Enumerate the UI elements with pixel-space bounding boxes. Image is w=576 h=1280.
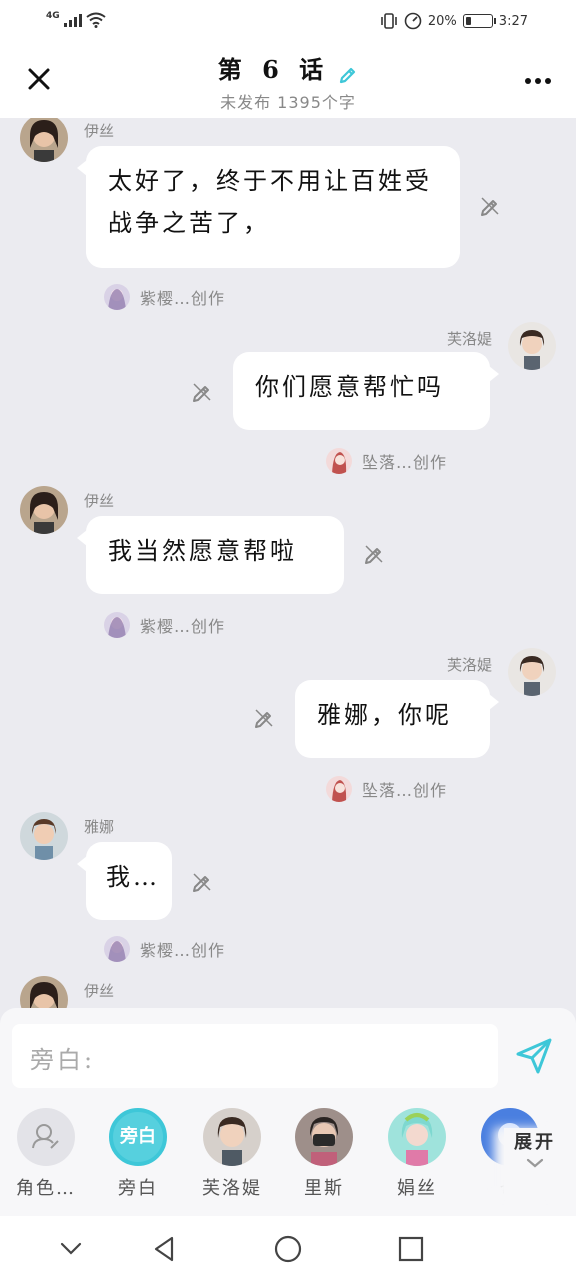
chevron-down-icon	[526, 1158, 544, 1168]
edit-pencil-icon[interactable]	[190, 870, 214, 894]
clock: 3:27	[498, 13, 528, 29]
creator-credit: 坠落…创作	[326, 448, 447, 474]
speaker-name: 伊丝	[84, 982, 115, 1000]
creator-avatar	[104, 284, 130, 310]
character-picker: 角色… 旁白 旁白 芙洛媞 里斯 娟丝 也 展开	[0, 1104, 576, 1216]
character-narrator[interactable]: 旁白 旁白	[98, 1108, 178, 1200]
edit-pencil-icon[interactable]	[190, 380, 214, 404]
edit-title-icon[interactable]	[338, 64, 358, 84]
message-bubble[interactable]: 雅娜，你呢	[295, 680, 499, 758]
status-bar: 4G 20% 3:27	[0, 0, 576, 42]
edit-pencil-icon[interactable]	[362, 542, 386, 566]
vibrate-icon	[381, 13, 397, 29]
speaker-name: 芙洛媞	[446, 656, 492, 674]
speaker-name: 雅娜	[84, 818, 115, 836]
credit-text: 坠落…创作	[362, 781, 448, 800]
creator-credit: 紫樱…创作	[104, 612, 225, 638]
message-bubble[interactable]: 我…	[77, 842, 172, 920]
chapter-title[interactable]: 第 6 话	[218, 50, 329, 85]
avatar[interactable]	[20, 118, 68, 162]
speaker-name: 伊丝	[84, 122, 115, 140]
character-item[interactable]: 芙洛媞	[192, 1108, 272, 1200]
signal-icon	[63, 13, 82, 27]
creator-credit: 紫樱…创作	[104, 284, 225, 310]
creator-credit: 紫樱…创作	[104, 936, 225, 962]
character-item[interactable]: 娟丝	[377, 1108, 457, 1200]
battery-percent: 20%	[427, 13, 457, 29]
credit-text: 紫樱…创作	[140, 617, 226, 636]
battery-icon	[462, 14, 496, 28]
recents-icon[interactable]	[396, 1234, 426, 1264]
avatar[interactable]	[20, 486, 68, 534]
speed-icon	[404, 12, 422, 30]
expand-button[interactable]: 展开	[504, 1128, 566, 1198]
chevron-down-icon[interactable]	[56, 1234, 86, 1264]
user-add-icon	[32, 1124, 59, 1149]
avatar[interactable]	[20, 812, 68, 860]
speaker-name: 伊丝	[84, 492, 115, 510]
speaker-name: 芙洛媞	[446, 330, 492, 348]
top-bar: 第 6 话 未发布 1395个字	[0, 42, 576, 118]
message-bubble[interactable]: 太好了，终于不用让百姓受战争之苦了，	[77, 146, 460, 268]
creator-avatar	[326, 776, 352, 802]
credit-text: 坠落…创作	[362, 453, 448, 472]
back-icon[interactable]	[150, 1234, 180, 1264]
more-icon	[525, 78, 551, 84]
avatar[interactable]	[20, 976, 68, 1008]
edit-pencil-icon[interactable]	[252, 706, 276, 730]
network-type: 4G	[46, 11, 60, 21]
message-bubble[interactable]: 我当然愿意帮啦	[77, 516, 344, 594]
home-icon[interactable]	[273, 1234, 303, 1264]
credit-text: 紫樱…创作	[140, 941, 226, 960]
character-manage-button[interactable]: 角色…	[6, 1108, 86, 1200]
message-bubble[interactable]: 你们愿意帮忙吗	[233, 352, 499, 430]
system-nav-bar	[0, 1216, 576, 1280]
creator-credit: 坠落…创作	[326, 776, 447, 802]
chapter-subtitle: 未发布 1395个字	[220, 93, 356, 112]
credit-text: 紫樱…创作	[140, 289, 226, 308]
message-input[interactable]: 旁白:	[12, 1024, 498, 1088]
edit-pencil-icon[interactable]	[478, 194, 502, 218]
input-bar: 旁白:	[0, 1008, 576, 1104]
more-button[interactable]	[524, 66, 552, 86]
chat-area: 伊丝 太好了，终于不用让百姓受战争之苦了， 紫樱…创作 芙洛媞 你们愿意帮忙吗 …	[0, 118, 576, 1008]
character-item[interactable]: 里斯	[284, 1108, 364, 1200]
creator-avatar	[104, 936, 130, 962]
avatar[interactable]	[508, 648, 556, 696]
creator-avatar	[326, 448, 352, 474]
avatar[interactable]	[508, 322, 556, 370]
wifi-icon	[86, 12, 106, 28]
creator-avatar	[104, 612, 130, 638]
send-icon[interactable]	[514, 1036, 554, 1076]
